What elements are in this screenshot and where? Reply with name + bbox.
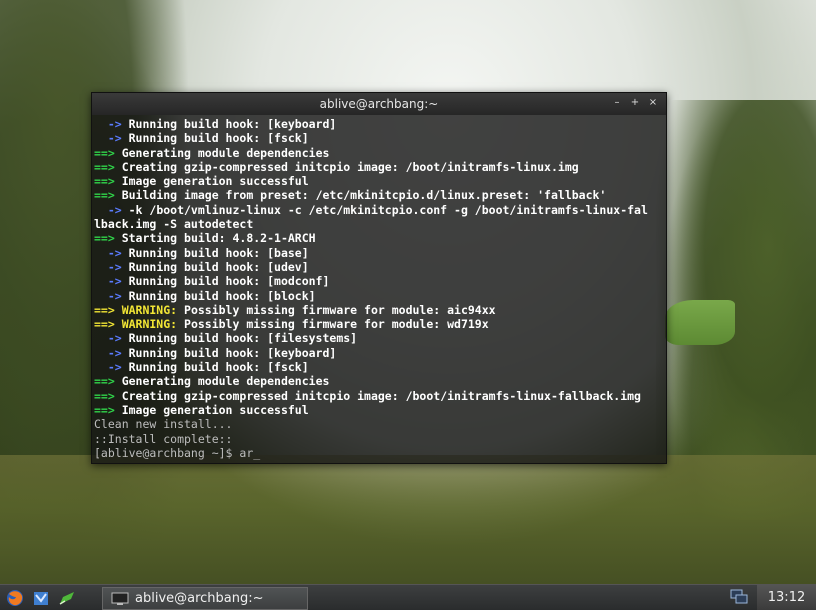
- terminal-text: ==> WARNING:: [94, 302, 185, 317]
- terminal-text: ==>: [94, 374, 122, 389]
- terminal-line: ==> Creating gzip-compressed initcpio im…: [94, 389, 664, 403]
- terminal-text: Running build hook: [fsck]: [128, 131, 309, 146]
- terminal-icon: [111, 592, 129, 605]
- terminal-text: ->: [94, 345, 129, 360]
- terminal-line: ==> WARNING: Possibly missing firmware f…: [94, 317, 664, 331]
- terminal-line: -> Running build hook: [base]: [94, 246, 664, 260]
- terminal-text: ==>: [94, 231, 122, 246]
- terminal-text: [ablive@archbang ~]$ ar_: [94, 445, 261, 460]
- terminal-line: ==> Image generation successful: [94, 403, 664, 417]
- terminal-line: lback.img -S autodetect: [94, 217, 664, 231]
- terminal-text: Generating module dependencies: [121, 374, 330, 389]
- terminal-line: ==> Creating gzip-compressed initcpio im…: [94, 160, 664, 174]
- terminal-text: ->: [94, 259, 129, 274]
- terminal-text: ->: [94, 331, 129, 346]
- taskbar-item-terminal[interactable]: ablive@archbang:~: [102, 587, 308, 610]
- taskbar: ablive@archbang:~ 13:12: [0, 584, 816, 610]
- terminal-text: ==>: [94, 145, 122, 160]
- terminal-text: Starting build: 4.8.2-1-ARCH: [121, 231, 316, 246]
- edit-icon[interactable]: [56, 587, 78, 609]
- terminal-line: -> Running build hook: [filesystems]: [94, 331, 664, 345]
- terminal-text: Running build hook: [keyboard]: [128, 345, 337, 360]
- terminal-line: ==> Building image from preset: /etc/mki…: [94, 188, 664, 202]
- file-manager-icon[interactable]: [30, 587, 52, 609]
- terminal-window[interactable]: ablive@archbang:~ – + × -> Running build…: [91, 92, 667, 464]
- window-title: ablive@archbang:~: [319, 97, 439, 111]
- terminal-text: Running build hook: [keyboard]: [128, 117, 337, 131]
- terminal-line: ==> Starting build: 4.8.2-1-ARCH: [94, 231, 664, 245]
- taskbar-item-label: ablive@archbang:~: [135, 591, 264, 606]
- terminal-text: Image generation successful: [121, 174, 309, 189]
- clock[interactable]: 13:12: [757, 585, 816, 610]
- terminal-text: Running build hook: [udev]: [128, 259, 309, 274]
- terminal-output[interactable]: -> Running build hook: [keyboard] -> Run…: [94, 117, 664, 461]
- terminal-text: Building image from preset: /etc/mkinitc…: [121, 188, 607, 203]
- terminal-text: ->: [94, 245, 129, 260]
- terminal-text: Generating module dependencies: [121, 145, 330, 160]
- terminal-line: [ablive@archbang ~]$ ar_: [94, 446, 664, 460]
- terminal-text: ->: [94, 117, 129, 131]
- terminal-text: Running build hook: [fsck]: [128, 360, 309, 375]
- network-icon[interactable]: [730, 589, 748, 605]
- terminal-line: ==> Image generation successful: [94, 174, 664, 188]
- terminal-text: -k /boot/vmlinuz-linux -c /etc/mkinitcpi…: [128, 202, 648, 217]
- terminal-text: ->: [94, 131, 129, 146]
- terminal-text: ::Install complete::: [94, 431, 233, 446]
- terminal-titlebar[interactable]: ablive@archbang:~ – + ×: [92, 93, 666, 115]
- terminal-text: ==>: [94, 174, 122, 189]
- terminal-text: Running build hook: [modconf]: [128, 274, 330, 289]
- terminal-line: ==> Generating module dependencies: [94, 146, 664, 160]
- terminal-text: Creating gzip-compressed initcpio image:…: [121, 388, 641, 403]
- maximize-button[interactable]: +: [630, 96, 640, 110]
- terminal-text: Clean new install...: [94, 417, 233, 432]
- terminal-line: ==> Generating module dependencies: [94, 374, 664, 388]
- terminal-line: -> Running build hook: [modconf]: [94, 274, 664, 288]
- terminal-line: Clean new install...: [94, 417, 664, 431]
- terminal-text: lback.img -S autodetect: [94, 217, 254, 232]
- firefox-icon[interactable]: [4, 587, 26, 609]
- terminal-text: Running build hook: [block]: [128, 288, 316, 303]
- terminal-line: -> Running build hook: [keyboard]: [94, 117, 664, 131]
- terminal-line: -> Running build hook: [fsck]: [94, 360, 664, 374]
- terminal-text: Possibly missing firmware for module: wd…: [184, 317, 489, 332]
- terminal-text: Running build hook: [filesystems]: [128, 331, 358, 346]
- close-button[interactable]: ×: [648, 96, 658, 110]
- terminal-line: ==> WARNING: Possibly missing firmware f…: [94, 303, 664, 317]
- terminal-line: -> Running build hook: [udev]: [94, 260, 664, 274]
- terminal-line: -> Running build hook: [keyboard]: [94, 346, 664, 360]
- terminal-text: ==>: [94, 388, 122, 403]
- wallpaper-field: [665, 300, 735, 345]
- terminal-text: Creating gzip-compressed initcpio image:…: [121, 159, 579, 174]
- terminal-line: -> -k /boot/vmlinuz-linux -c /etc/mkinit…: [94, 203, 664, 217]
- minimize-button[interactable]: –: [612, 96, 622, 110]
- terminal-text: ->: [94, 274, 129, 289]
- terminal-line: -> Running build hook: [fsck]: [94, 131, 664, 145]
- terminal-text: ==>: [94, 188, 122, 203]
- terminal-text: ->: [94, 288, 129, 303]
- terminal-text: ==>: [94, 159, 122, 174]
- terminal-text: ==> WARNING:: [94, 317, 185, 332]
- terminal-text: ->: [94, 360, 129, 375]
- terminal-text: ->: [94, 202, 129, 217]
- terminal-text: Running build hook: [base]: [128, 245, 309, 260]
- terminal-text: Possibly missing firmware for module: ai…: [184, 302, 496, 317]
- terminal-text: ==>: [94, 402, 122, 417]
- terminal-line: -> Running build hook: [block]: [94, 289, 664, 303]
- terminal-line: ::Install complete::: [94, 432, 664, 446]
- terminal-text: Image generation successful: [121, 402, 309, 417]
- window-controls: – + ×: [612, 96, 658, 110]
- wallpaper-meadow: [0, 455, 816, 585]
